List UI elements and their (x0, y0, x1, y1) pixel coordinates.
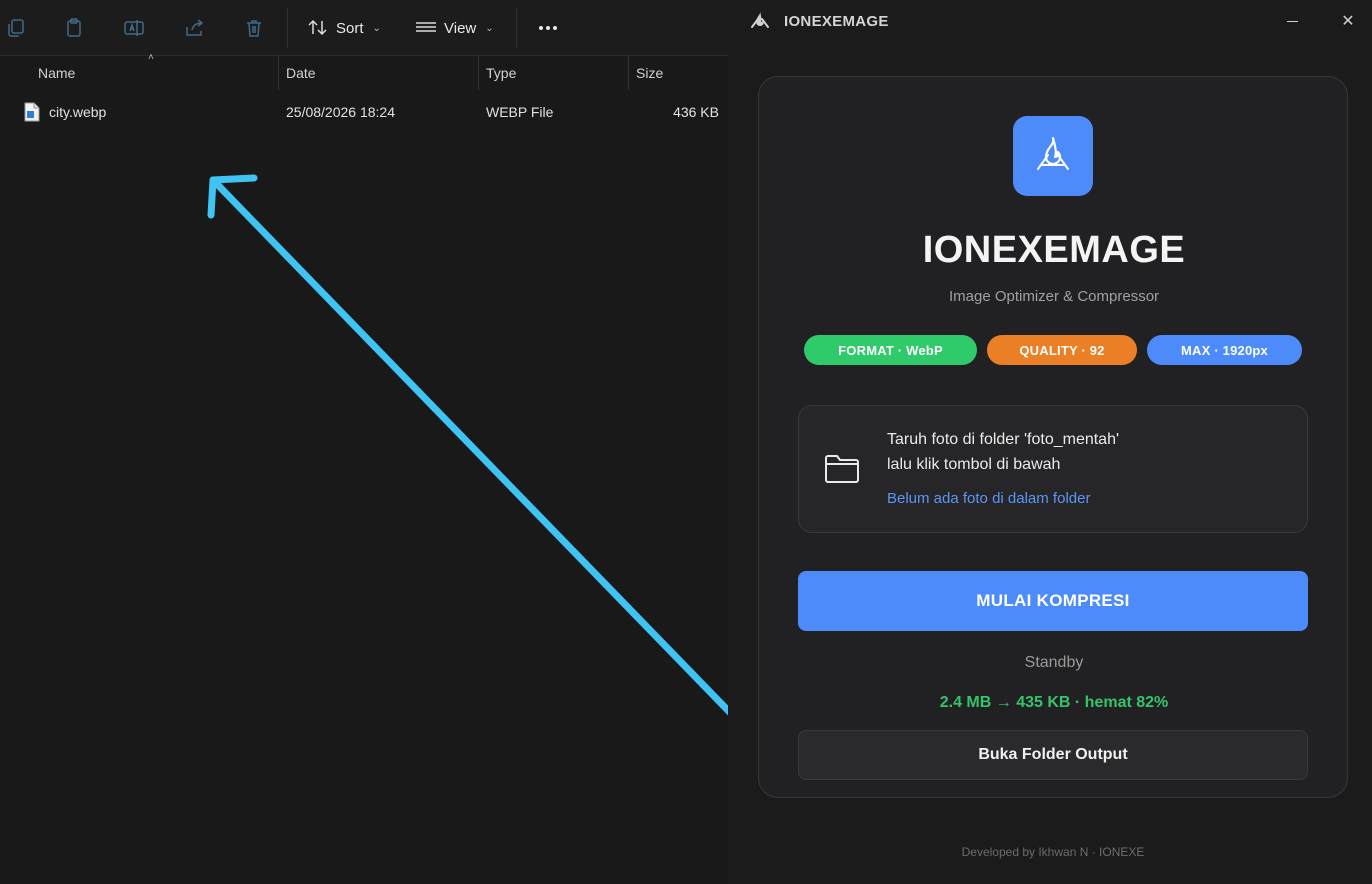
drop-instruction-line1: Taruh foto di folder 'foto_mentah' (887, 431, 1120, 448)
close-icon: ✕ (1341, 13, 1355, 30)
drop-instruction-line2: lalu klik tombol di bawah (887, 456, 1061, 473)
column-name[interactable]: Name (38, 56, 75, 90)
open-output-folder-button[interactable]: Buka Folder Output (798, 730, 1308, 780)
max-size-badge: MAX · 1920px (1147, 335, 1302, 365)
paste-icon[interactable] (60, 14, 88, 42)
ionexemage-window: IONEXEMAGE ✕ IONEXEMAGE Image Optimizer … (728, 0, 1372, 884)
sort-icon (308, 19, 327, 36)
quality-badge: QUALITY · 92 (987, 335, 1137, 365)
copy-icon[interactable] (2, 14, 30, 42)
app-subtitle: Image Optimizer & Compressor (948, 288, 1160, 305)
column-date[interactable]: Date (286, 56, 316, 90)
delete-icon[interactable] (240, 14, 268, 42)
column-divider[interactable] (278, 56, 279, 90)
app-logo-icon (751, 11, 769, 28)
minimize-button[interactable] (1278, 8, 1306, 34)
main-card: IONEXEMAGE Image Optimizer & Compressor … (758, 76, 1348, 798)
column-size[interactable]: Size (636, 56, 663, 90)
sort-button[interactable]: Sort ⌄ (307, 14, 381, 42)
chevron-down-icon: ⌄ (372, 22, 381, 34)
sort-ascending-icon: ˄ (148, 52, 154, 63)
app-name: IONEXEMAGE (922, 229, 1186, 271)
file-name: city.webp (49, 104, 107, 120)
view-button[interactable]: View ⌄ (415, 14, 494, 42)
view-label: View (444, 19, 477, 37)
column-type[interactable]: Type (486, 56, 516, 90)
start-compression-button[interactable]: MULAI KOMPRESI (798, 571, 1308, 631)
view-icon (416, 22, 436, 32)
webp-file-icon (24, 102, 40, 122)
close-button[interactable]: ✕ (1334, 8, 1362, 34)
toolbar-divider (516, 8, 517, 48)
footer-credit: Developed by Ikhwan N · IONEXE (961, 845, 1145, 859)
sort-label: Sort (336, 19, 364, 37)
drop-zone[interactable]: Taruh foto di folder 'foto_mentah' lalu … (798, 405, 1308, 533)
column-divider[interactable] (478, 56, 479, 90)
folder-icon (825, 455, 859, 483)
rename-icon[interactable] (120, 14, 148, 42)
file-row[interactable]: city.webp 25/08/2026 18:24 WEBP File 436… (0, 96, 728, 128)
share-icon[interactable] (180, 14, 208, 42)
column-header: Name Date Type Size (0, 56, 728, 90)
app-logo (1013, 116, 1093, 196)
file-date: 25/08/2026 18:24 (286, 104, 395, 120)
flame-logo-icon (1037, 136, 1069, 170)
folder-status: Belum ada foto di dalam folder (887, 490, 1091, 507)
file-type: WEBP File (486, 104, 554, 120)
column-divider[interactable] (628, 56, 629, 90)
format-badge: FORMAT · WebP (804, 335, 977, 365)
minimize-icon (1286, 20, 1298, 22)
file-size: 436 KB (673, 104, 719, 120)
file-explorer: Sort ⌄ View ⌄ Name Date Type Size ˄ city… (0, 0, 728, 884)
window-title: IONEXEMAGE (784, 13, 889, 30)
more-options-icon[interactable] (534, 14, 562, 42)
toolbar-divider (287, 8, 288, 48)
compression-result: 2.4 MB → 435 KB · hemat 82% (939, 694, 1169, 711)
title-bar: IONEXEMAGE ✕ (728, 0, 1372, 42)
chevron-down-icon: ⌄ (485, 22, 494, 34)
status-text: Standby (1024, 654, 1084, 671)
explorer-toolbar: Sort ⌄ View ⌄ (0, 0, 728, 56)
